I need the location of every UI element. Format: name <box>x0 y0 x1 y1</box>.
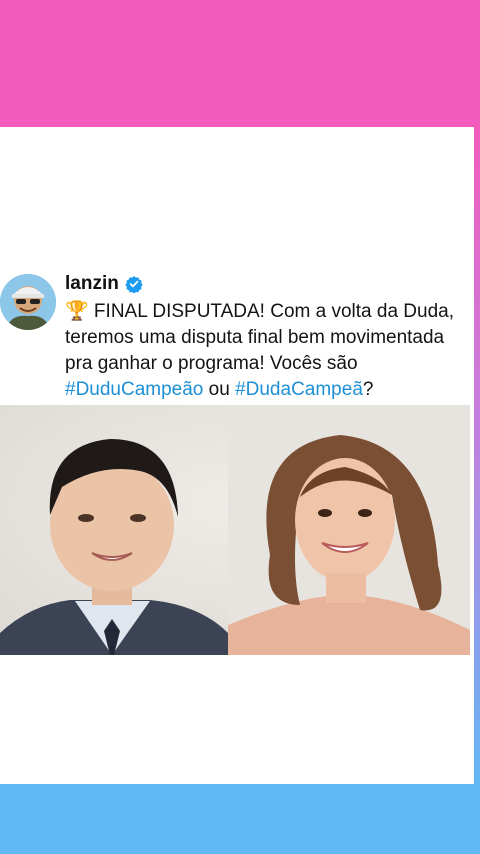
verified-badge-icon <box>125 275 143 294</box>
post-text: 🏆 FINAL DISPUTADA! Com a volta da Duda, … <box>65 299 470 403</box>
post-end: ? <box>362 379 374 400</box>
username[interactable]: lanzin <box>65 273 119 295</box>
post-card: lanzin 🏆 FINAL DISPUTADA! Com a volta da… <box>0 127 474 784</box>
photo-illustration <box>0 405 470 655</box>
post-connector: ou <box>203 379 236 400</box>
post-image[interactable] <box>0 405 470 655</box>
avatar-illustration <box>0 274 56 330</box>
author-row: lanzin <box>65 271 143 297</box>
avatar[interactable] <box>0 274 56 330</box>
hashtag-duda[interactable]: #DudaCampeã <box>235 379 363 400</box>
right-gradient-strip <box>474 127 480 784</box>
post-body: 🏆 FINAL DISPUTADA! Com a volta da Duda, … <box>65 301 455 374</box>
top-color-band <box>0 0 480 127</box>
hashtag-dudu[interactable]: #DuduCampeão <box>65 379 203 400</box>
bottom-color-band <box>0 784 480 854</box>
